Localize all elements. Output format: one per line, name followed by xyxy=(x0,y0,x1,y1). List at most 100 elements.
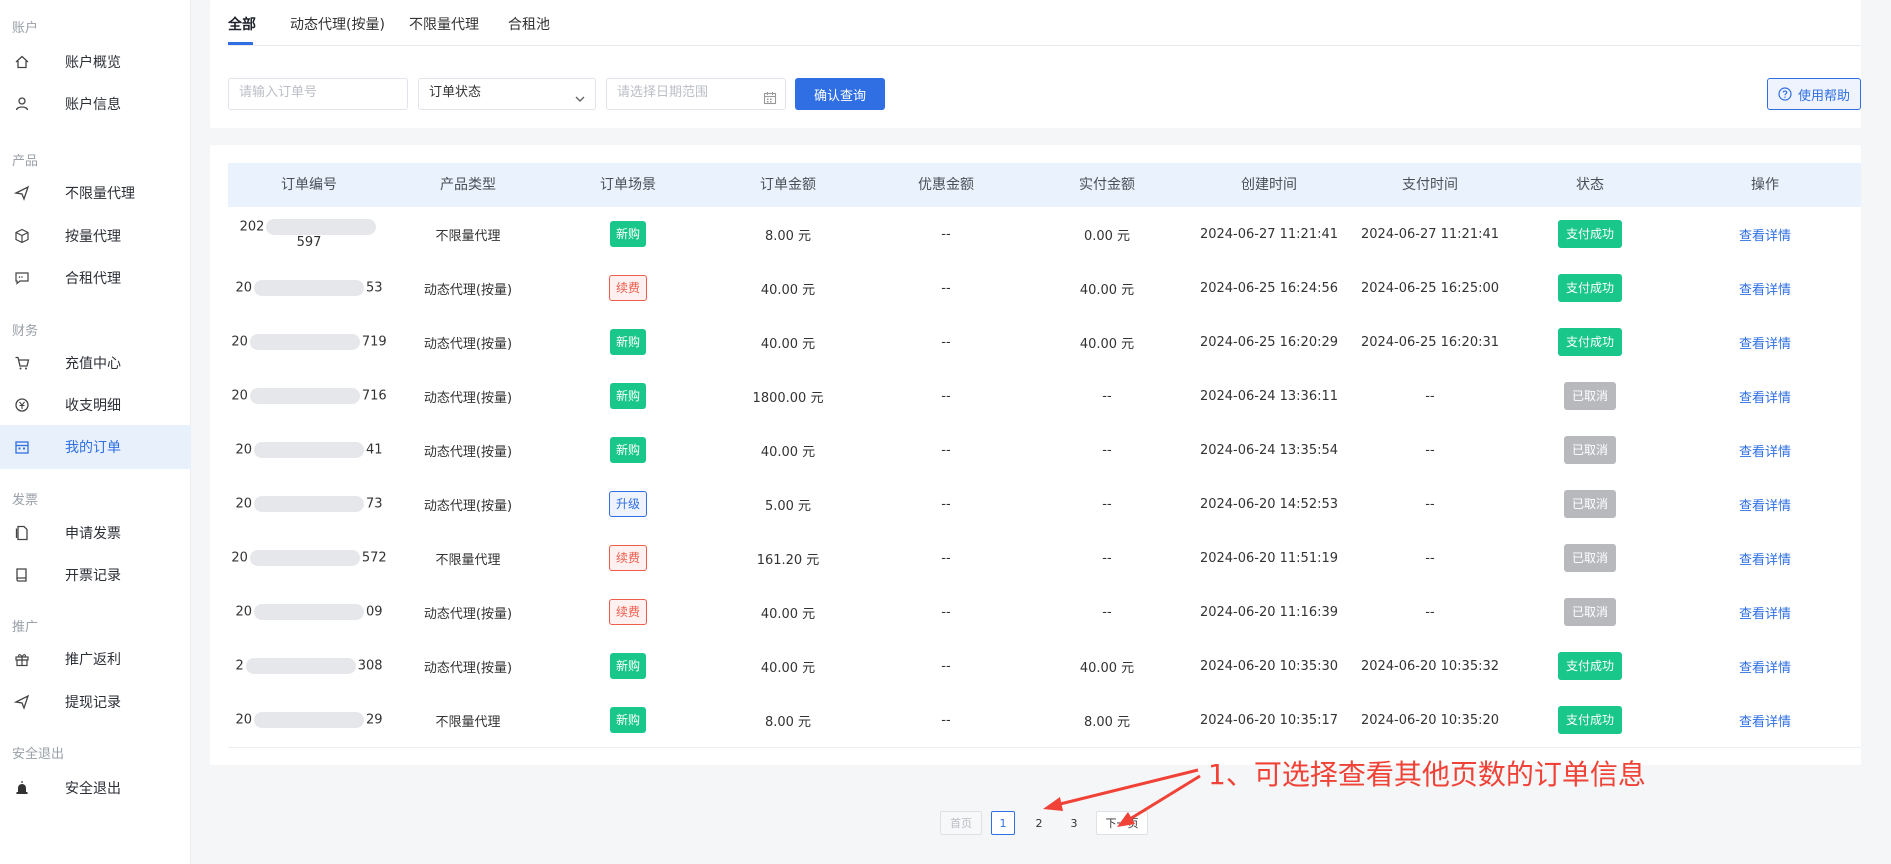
pay-time-cell: -- xyxy=(1425,604,1435,620)
redacted-blur xyxy=(254,712,364,728)
send-icon xyxy=(14,694,30,710)
sidebar-item-book[interactable]: 开票记录 xyxy=(0,553,191,597)
view-details-link[interactable]: 查看详情 xyxy=(1739,657,1791,676)
sidebar-section-title: 安全退出 xyxy=(12,747,65,762)
column-header: 操作 xyxy=(1751,177,1779,193)
discount-cell: -- xyxy=(941,442,951,458)
annotation-arrowhead-page-2 xyxy=(1043,797,1063,811)
order-number: 202597 xyxy=(228,218,390,250)
view-details-link[interactable]: 查看详情 xyxy=(1739,279,1791,298)
order-amount-cell: 8.00 元 xyxy=(764,714,812,730)
paid-amount-cell: 8.00 元 xyxy=(1083,714,1131,730)
sidebar-item-home[interactable]: 账户概览 xyxy=(0,40,191,84)
annotation-arrow-to-page-2 xyxy=(1051,768,1199,808)
next-page-button[interactable]: 下一页 xyxy=(1096,811,1148,835)
scene-tag: 新购 xyxy=(609,707,646,733)
help-button[interactable]: 使用帮助 xyxy=(1767,78,1861,110)
status-cell: 已取消 xyxy=(1510,585,1670,639)
action-cell: 查看详情 xyxy=(1670,315,1860,369)
order-scene-cell: 续费 xyxy=(548,585,708,639)
pay-time-cell: 2024-06-20 10:35:32 xyxy=(1360,658,1500,674)
view-details-link[interactable]: 查看详情 xyxy=(1739,495,1791,514)
order-status-select[interactable]: 订单状态 xyxy=(418,78,596,110)
status-cell: 已取消 xyxy=(1510,477,1670,531)
order-number: 20 53 xyxy=(235,280,383,296)
tab-1[interactable]: 动态代理(按量) xyxy=(290,14,385,34)
product-type-cell: 动态代理(按量) xyxy=(423,606,513,622)
chevron-down-icon xyxy=(574,88,586,102)
view-details-link[interactable]: 查看详情 xyxy=(1739,603,1791,622)
tab-2[interactable]: 不限量代理 xyxy=(409,14,479,34)
help-icon xyxy=(1778,87,1792,101)
product-type-cell: 不限量代理 xyxy=(435,714,501,730)
order-amount-cell: 161.20 元 xyxy=(756,552,820,568)
created-time-cell: 2024-06-20 10:35:30 xyxy=(1199,658,1339,674)
sidebar-item-document[interactable]: 申请发票 xyxy=(0,511,191,555)
user-icon xyxy=(14,96,30,112)
order-number-input[interactable]: 请输入订单号 xyxy=(228,78,408,110)
column-header: 产品类型 xyxy=(440,177,496,193)
order-status-value: 订单状态 xyxy=(429,85,482,100)
discount-cell: -- xyxy=(941,388,951,404)
order-number-cell: 20 29 xyxy=(228,693,390,747)
redacted-blur xyxy=(249,334,360,350)
help-label: 使用帮助 xyxy=(1797,88,1850,104)
discount-cell: -- xyxy=(941,604,951,620)
view-details-link[interactable]: 查看详情 xyxy=(1739,441,1791,460)
discount-cell: -- xyxy=(941,712,951,728)
view-details-link[interactable]: 查看详情 xyxy=(1739,387,1791,406)
sidebar-item-cart[interactable]: 充值中心 xyxy=(0,341,191,385)
tab-3[interactable]: 合租池 xyxy=(508,14,550,34)
sidebar-item-send[interactable]: 提现记录 xyxy=(0,680,191,724)
view-details-link[interactable]: 查看详情 xyxy=(1739,549,1791,568)
created-time-cell: 2024-06-20 14:52:53 xyxy=(1199,496,1339,512)
tab-0[interactable]: 全部 xyxy=(228,14,256,34)
sidebar-item-user[interactable]: 账户信息 xyxy=(0,82,191,126)
sidebar-item-gift[interactable]: 推广返利 xyxy=(0,637,191,681)
sidebar-item-send[interactable]: 不限量代理 xyxy=(0,171,191,215)
redacted-blur xyxy=(245,658,356,674)
date-range-placeholder: 请选择日期范围 xyxy=(617,85,709,100)
scene-tag: 续费 xyxy=(608,545,647,571)
status-cell: 支付成功 xyxy=(1510,207,1670,261)
confirm-query-button[interactable]: 确认查询 xyxy=(795,78,885,110)
table-row: 20 41 动态代理(按量) 新购 40.00 元 -- -- 2024-06-24 13:3… xyxy=(228,423,1861,478)
sidebar-item-calendar[interactable]: 我的订单 xyxy=(0,425,191,469)
first-page-button[interactable]: 首页 xyxy=(940,811,982,835)
order-number-cell: 20 53 xyxy=(228,261,390,315)
paid-amount-cell: 40.00 元 xyxy=(1079,282,1135,298)
sidebar-item-alarm[interactable]: 安全退出 xyxy=(0,766,191,810)
page-button-3[interactable]: 3 xyxy=(1062,811,1086,835)
sidebar-item-cube[interactable]: 按量代理 xyxy=(0,214,191,258)
page-button-2[interactable]: 2 xyxy=(1027,811,1051,835)
view-details-link[interactable]: 查看详情 xyxy=(1739,333,1791,352)
table-header: 订单编号 产品类型 订单场景 订单金额 优惠金额 实付金额 创建时间 支付时间 状态 操作 xyxy=(228,163,1861,207)
sidebar-item-label: 账户概览 xyxy=(65,55,121,71)
order-amount-cell: 8.00 元 xyxy=(764,228,812,244)
paid-amount-cell: -- xyxy=(1102,388,1112,404)
pay-time-cell: 2024-06-27 11:21:41 xyxy=(1360,226,1500,242)
sidebar-item-label: 不限量代理 xyxy=(65,186,135,202)
page-button-1[interactable]: 1 xyxy=(991,811,1015,835)
pay-time-cell: 2024-06-25 16:20:31 xyxy=(1360,334,1500,350)
product-type-cell: 动态代理(按量) xyxy=(423,390,513,406)
view-details-link[interactable]: 查看详情 xyxy=(1739,225,1791,244)
order-scene-cell: 续费 xyxy=(548,531,708,585)
pay-time-cell: 2024-06-25 16:25:00 xyxy=(1360,280,1500,296)
status-badge: 支付成功 xyxy=(1557,706,1622,734)
order-number-placeholder: 请输入订单号 xyxy=(239,85,318,100)
page-2-label: 2 xyxy=(1035,816,1043,830)
action-cell: 查看详情 xyxy=(1670,207,1860,261)
redacted-blur xyxy=(254,442,364,458)
view-details-link[interactable]: 查看详情 xyxy=(1739,711,1791,730)
order-number: 20 719 xyxy=(231,334,387,350)
order-amount-cell: 5.00 元 xyxy=(764,498,812,514)
sidebar-item-coin[interactable]: 收支明细 xyxy=(0,383,191,427)
sidebar-item-label: 申请发票 xyxy=(65,526,121,542)
paid-amount-cell: -- xyxy=(1102,496,1112,512)
status-cell: 支付成功 xyxy=(1510,639,1670,693)
created-time-cell: 2024-06-20 10:35:17 xyxy=(1199,712,1339,728)
sidebar-item-chat[interactable]: 合租代理 xyxy=(0,256,191,300)
alarm-icon xyxy=(14,780,30,796)
date-range-picker[interactable]: 请选择日期范围 xyxy=(606,78,786,110)
